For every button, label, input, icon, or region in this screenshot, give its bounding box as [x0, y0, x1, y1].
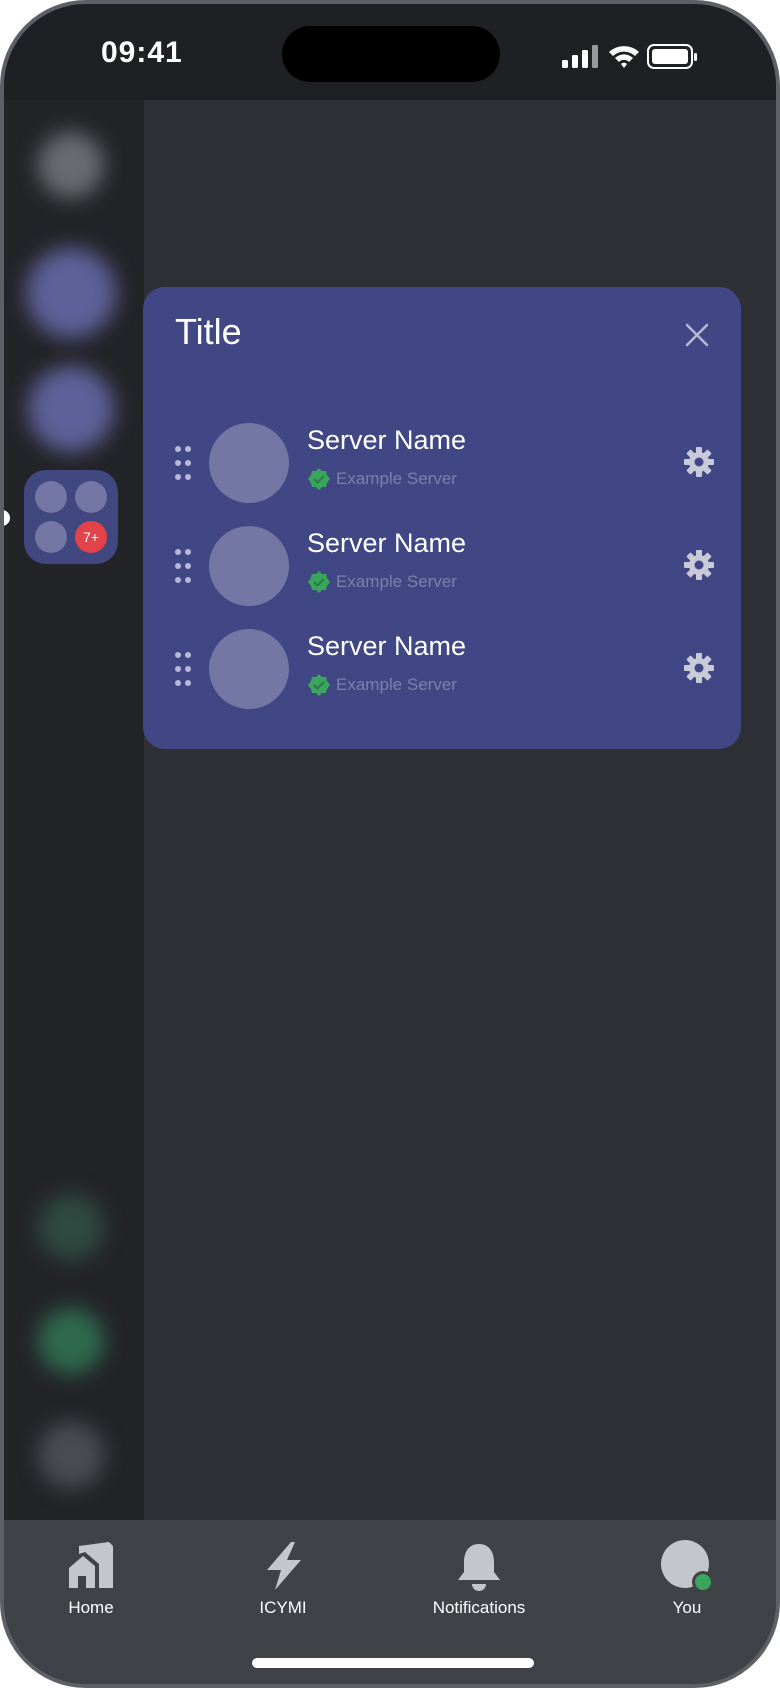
server-avatar [209, 423, 289, 503]
tab-bar: Home ICYMI Notifications You [4, 1520, 776, 1684]
server-name: Server Name [307, 528, 467, 558]
server-icon-blurred[interactable] [38, 1422, 104, 1488]
server-row[interactable]: Server Name Example Server [143, 518, 741, 614]
server-subtitle: Example Server [336, 572, 457, 591]
gear-icon[interactable] [683, 446, 715, 478]
tab-icymi[interactable]: ICYMI [208, 1540, 358, 1640]
server-icon-blurred[interactable] [38, 132, 104, 198]
server-icon-blurred[interactable] [38, 1194, 104, 1260]
gear-icon[interactable] [683, 652, 715, 684]
server-name: Server Name [307, 631, 467, 661]
screen: 7+ 09:41 Title Server Name Example Serve… [4, 4, 776, 1684]
tab-label: Home [68, 1598, 114, 1617]
server-icon-blurred[interactable] [38, 1308, 104, 1374]
folder-server-icon [75, 481, 107, 513]
drag-handle-icon[interactable] [173, 651, 193, 687]
verified-badge-icon [308, 468, 330, 490]
status-time: 09:41 [101, 36, 183, 69]
home-indicator[interactable] [252, 1658, 534, 1668]
status-bar: 09:41 [4, 4, 776, 100]
verified-badge-icon [308, 674, 330, 696]
status-icons [562, 44, 697, 69]
server-folder-card: Title Server Name Example Server Server … [143, 287, 741, 749]
server-row[interactable]: Server Name Example Server [143, 415, 741, 511]
tab-home[interactable]: Home [16, 1540, 166, 1640]
drag-handle-icon[interactable] [173, 548, 193, 584]
notification-badge: 7+ [75, 521, 107, 553]
server-name: Server Name [307, 425, 467, 455]
server-icon-blurred[interactable] [28, 366, 114, 452]
server-avatar [209, 526, 289, 606]
tab-you[interactable]: You [612, 1540, 762, 1640]
lightning-icon [267, 1542, 301, 1590]
phone-frame: 7+ 09:41 Title Server Name Example Serve… [0, 0, 780, 1688]
server-subtitle: Example Server [336, 469, 457, 488]
server-folder[interactable]: 7+ [24, 470, 118, 564]
tab-label: Notifications [432, 1598, 526, 1617]
tab-label: ICYMI [259, 1598, 307, 1617]
server-icon-blurred[interactable] [26, 248, 116, 338]
server-row[interactable]: Server Name Example Server [143, 621, 741, 717]
tab-notifications[interactable]: Notifications [404, 1540, 554, 1640]
server-avatar [209, 629, 289, 709]
dynamic-island [282, 26, 500, 82]
home-icon [69, 1542, 113, 1588]
avatar-icon [661, 1540, 714, 1592]
folder-server-icon [35, 521, 67, 553]
bell-icon [458, 1544, 500, 1591]
server-subtitle: Example Server [336, 675, 457, 694]
gear-icon[interactable] [683, 549, 715, 581]
folder-server-icon [35, 481, 67, 513]
drag-handle-icon[interactable] [173, 445, 193, 481]
verified-badge-icon [308, 571, 330, 593]
tab-label: You [672, 1598, 702, 1617]
close-icon[interactable] [681, 319, 713, 351]
card-title: Title [175, 311, 242, 352]
battery-icon [647, 44, 697, 69]
cellular-signal-icon [562, 45, 598, 68]
wifi-icon [609, 46, 639, 68]
